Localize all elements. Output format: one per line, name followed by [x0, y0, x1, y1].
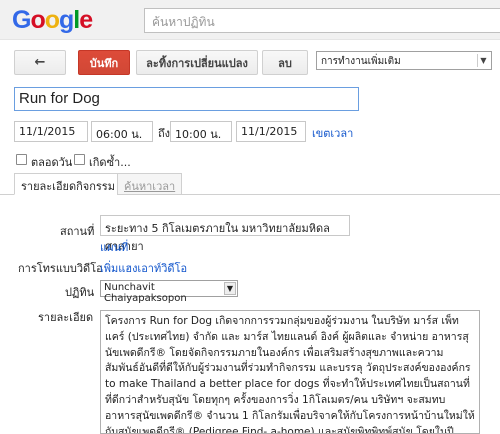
top-bar: Google ค้นหาปฏิทิน [0, 0, 500, 40]
logo-letter: o [30, 6, 45, 34]
all-day-label: ตลอดวัน [31, 156, 73, 169]
calendar-label: ปฏิทิน [65, 286, 95, 299]
description-label: รายละเอียด [38, 311, 94, 324]
back-button[interactable]: ← [14, 50, 66, 75]
tab-find-time[interactable]: ค้นหาเวลา [117, 173, 183, 195]
logo-letter: o [44, 6, 60, 34]
calendar-select[interactable]: Nunchavit Chaiyapaksopon ▼ [100, 280, 238, 304]
repeat-label: เกิดซ้ำ... [89, 156, 131, 169]
search-calendar-input[interactable]: ค้นหาปฏิทิน [144, 8, 500, 33]
more-actions-select[interactable]: การทำงานเพิ่มเติม ▼ [316, 51, 492, 70]
all-day-checkbox[interactable] [16, 154, 27, 165]
chevron-down-icon: ▼ [477, 54, 489, 67]
end-date-input[interactable]: 11/1/2015 [236, 121, 306, 142]
back-arrow-icon: ← [34, 55, 46, 70]
more-actions-label: การทำงานเพิ่มเติม [321, 56, 401, 67]
chevron-down-icon: ▼ [224, 282, 236, 295]
save-button[interactable]: บันทึก [78, 50, 130, 75]
video-call-label: การโทรแบบวิดีโอ [18, 262, 103, 275]
end-time-input[interactable]: 10:00 น. [170, 121, 232, 142]
logo-letter: e [79, 6, 93, 34]
calendar-value: Nunchavit Chaiyapaksopon [104, 282, 187, 304]
start-time-input[interactable]: 06:00 น. [91, 121, 153, 142]
discard-changes-button[interactable]: ละทิ้งการเปลี่ยนแปลง [136, 50, 258, 75]
map-link[interactable]: แผนที่ [100, 238, 128, 256]
logo-letter: g [59, 6, 74, 34]
start-date-input[interactable]: 11/1/2015 [14, 121, 88, 142]
google-logo[interactable]: Google [12, 6, 93, 34]
add-hangout-link[interactable]: เพิ่มแฮงเอาท์วิดีโอ [100, 259, 187, 277]
repeat-checkbox[interactable] [74, 154, 85, 165]
location-label: สถานที่ [60, 225, 95, 238]
event-title-input[interactable]: Run for Dog [14, 87, 359, 111]
timezone-link[interactable]: เขตเวลา [312, 124, 353, 142]
location-input[interactable]: ระยะทาง 5 กิโลเมตรภายใน มหาวิทยาลัยมหิดล… [100, 215, 350, 253]
delete-button[interactable]: ลบ [262, 50, 308, 75]
to-label: ถึง [158, 127, 171, 140]
logo-letter: G [12, 6, 31, 34]
tab-event-details[interactable]: รายละเอียดกิจกรรม [14, 173, 122, 195]
description-textarea[interactable]: โครงการ Run for Dog เกิดจากการรวมกลุ่มขอ… [100, 310, 480, 434]
